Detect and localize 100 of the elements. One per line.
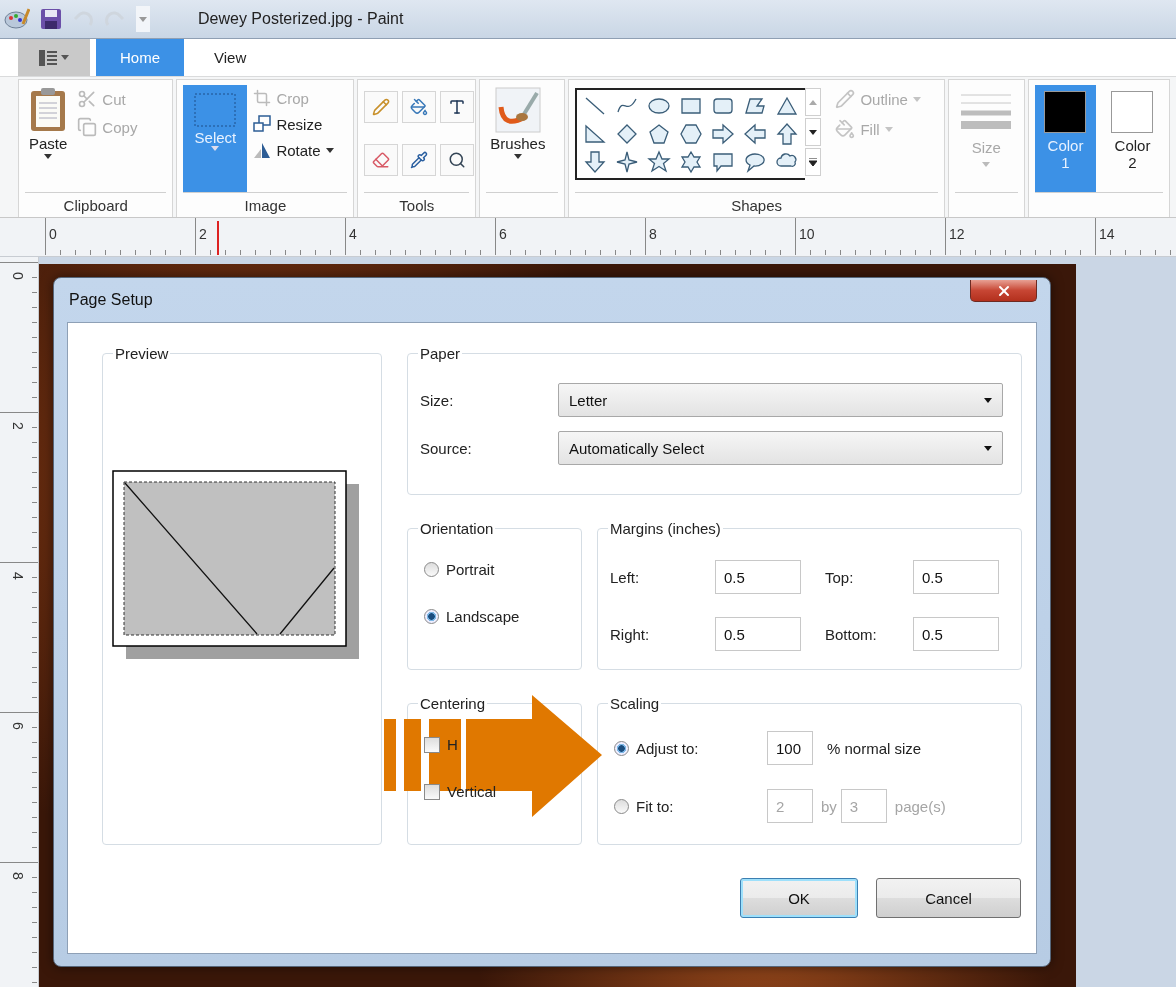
image-action[interactable]: Rotate [253,141,334,159]
text-icon [448,98,467,116]
ruler-label: 14 [1095,218,1176,255]
ruler-label: 8 [645,218,795,255]
dropdown[interactable]: Letter [558,383,1003,417]
image-action[interactable]: Resize [253,115,334,133]
group-title: Shapes [731,196,782,214]
dialog-button[interactable]: Cancel [876,878,1021,918]
fill-tool[interactable] [402,91,437,123]
unit-label: % normal size [827,739,922,757]
field-label: Bottom: [825,625,878,643]
group-title: Scaling [609,695,661,712]
search-icon [448,150,467,169]
radio-button[interactable] [614,740,629,756]
group-title: Orientation [419,520,495,537]
copy-icon [77,117,98,137]
color-button[interactable]: Color 2 [1102,85,1163,192]
option-label: H [447,736,458,753]
paint-bucket-icon [410,98,429,116]
group-title: Preview [114,345,170,362]
ruler-label: 8 [12,872,26,880]
input-field[interactable]: 100 [767,731,813,765]
color-label: Color 1 [1047,137,1084,171]
group-title: Margins (inches) [609,520,722,537]
hexagon-shape-icon[interactable] [679,122,704,146]
checkbox[interactable] [424,736,440,753]
more-icon [809,158,818,166]
expand-gallery-button[interactable] [805,148,822,176]
radio-button[interactable] [424,609,439,624]
cursor-position-marker [217,221,219,255]
ruler-label: 10 [795,218,945,255]
scroll-down-button[interactable] [805,118,822,146]
caret-icon [982,162,991,167]
star-shape-icon[interactable] [647,150,672,174]
clipboard-icon [29,87,68,133]
menu-icon [39,49,57,66]
eraser-tool[interactable] [364,143,399,176]
paste-button[interactable]: Paste [25,85,72,192]
ruler-label: 6 [12,722,26,730]
group-title: Clipboard [63,196,128,214]
color-picker-tool[interactable] [402,143,437,176]
ribbon-tab[interactable]: View [190,39,271,76]
radio-button[interactable] [424,562,439,577]
right-arrow-shape-icon[interactable] [711,122,736,146]
brushes-button[interactable]: Brushes [486,85,550,192]
by-label: by [821,797,837,815]
window-title: Dewey Posterized.jpg - Paint [198,10,404,28]
caret-icon [513,154,522,159]
resize-icon [253,115,272,133]
ruler-label: 6 [495,218,645,255]
group-title: Centering [419,695,487,712]
palette-icon[interactable] [4,8,30,30]
caret-icon [325,147,334,153]
pencil-tool[interactable] [364,91,399,123]
close-button[interactable] [970,280,1037,302]
checkbox[interactable] [424,783,440,800]
down-arrow-shape-icon[interactable] [583,150,608,174]
dialog-title: Page Setup [69,291,153,309]
dropdown[interactable]: Automatically Select [558,431,1003,465]
input-field[interactable]: 0.5 [913,560,999,594]
outline-icon [835,89,856,109]
eraser-icon [372,150,391,169]
magnifier-tool[interactable] [440,143,475,176]
input-field[interactable]: 0.5 [715,560,801,594]
caret-icon [984,397,992,403]
right-triangle-shape-icon[interactable] [583,122,608,146]
crop-icon [253,89,272,107]
caret-icon [139,16,147,22]
color-label: Color 2 [1114,137,1151,171]
option-label: Portrait [446,561,495,578]
input-field[interactable]: 0.5 [715,617,801,651]
input-field[interactable]: 0.5 [913,617,999,651]
selection-rectangle-icon [192,91,239,129]
caret-icon [211,146,220,151]
quick-access-menu[interactable] [136,6,150,32]
four-point-star-shape-icon[interactable] [615,150,640,174]
caret-icon [809,129,818,135]
app-menu-button[interactable] [18,39,90,76]
oval-callout-shape-icon[interactable] [743,150,768,174]
dialog-button[interactable]: OK [740,878,858,918]
field-label: Left: [610,568,641,586]
rotate-icon [253,141,272,159]
save-icon[interactable] [40,8,62,30]
ruler-label: 12 [945,218,1095,255]
ruler-label: 2 [12,422,26,430]
text-tool[interactable] [440,91,475,123]
group-title: Image [244,196,287,214]
ruler-label: 4 [12,572,26,580]
rectangle-callout-shape-icon[interactable] [711,150,736,174]
left-arrow-shape-icon[interactable] [743,122,768,146]
group-title: Paper [419,345,462,362]
six-point-star-shape-icon[interactable] [679,150,704,174]
caret-icon [984,445,992,451]
brush-icon [494,87,541,133]
group-title: Tools [399,196,435,214]
field-label: Source: [420,439,473,457]
ruler-label: 0 [45,218,195,255]
caret-icon [44,154,53,159]
fill-icon [835,119,856,139]
up-arrow-shape-icon[interactable] [775,122,800,146]
